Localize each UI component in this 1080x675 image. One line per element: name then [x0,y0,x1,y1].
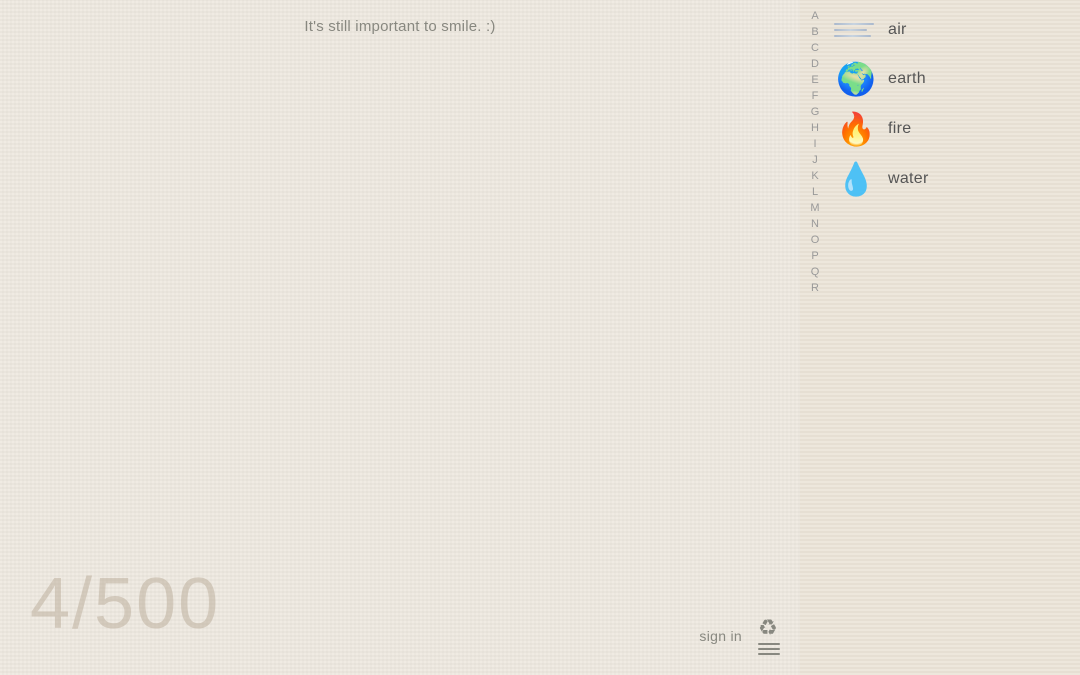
alpha-letter-g[interactable]: G [800,104,830,120]
main-area: It's still important to smile. :) 4/500 … [0,0,800,675]
water-name: water [888,170,929,188]
alpha-letter-o[interactable]: O [800,232,830,248]
sign-in-label: sign in [699,628,742,644]
alpha-letter-m[interactable]: M [800,200,830,216]
quote-text: It's still important to smile. :) [0,18,800,35]
recycle-icon[interactable]: ♻ [758,617,780,639]
right-sidebar: ABCDEFGHIJKLMNOPQR air 🌍 earth 🔥 fire 💧 water [800,0,1080,675]
hamburger-line-3 [758,653,780,655]
counter-display: 4/500 [30,563,220,645]
hamburger-line-1 [758,643,780,645]
alpha-letter-p[interactable]: P [800,248,830,264]
element-item-fire[interactable]: 🔥 fire [830,104,1080,154]
counter-value: 4/500 [30,564,220,644]
hamburger-line-2 [758,648,780,650]
element-item-earth[interactable]: 🌍 earth [830,54,1080,104]
alpha-letter-c[interactable]: C [800,40,830,56]
alphabet-nav: ABCDEFGHIJKLMNOPQR [800,0,830,675]
bottom-controls: sign in ♻ [699,617,780,655]
alpha-letter-r[interactable]: R [800,280,830,296]
alpha-letter-b[interactable]: B [800,24,830,40]
element-item-air[interactable]: air [830,6,1080,54]
alpha-letter-e[interactable]: E [800,72,830,88]
sign-in-button[interactable]: sign in [699,628,742,644]
alpha-letter-f[interactable]: F [800,88,830,104]
air-name: air [888,21,907,39]
earth-icon: 🌍 [834,60,878,98]
hamburger-menu-icon[interactable] [758,643,780,655]
alpha-letter-j[interactable]: J [800,152,830,168]
alpha-letter-k[interactable]: K [800,168,830,184]
icon-group: ♻ [758,617,780,655]
water-icon: 💧 [834,160,878,198]
alpha-letter-i[interactable]: I [800,136,830,152]
alpha-letter-d[interactable]: D [800,56,830,72]
elements-list: air 🌍 earth 🔥 fire 💧 water [830,0,1080,675]
alpha-letter-l[interactable]: L [800,184,830,200]
alpha-letter-a[interactable]: A [800,8,830,24]
earth-name: earth [888,70,926,88]
alpha-letter-h[interactable]: H [800,120,830,136]
air-icon [834,15,878,45]
alpha-letter-n[interactable]: N [800,216,830,232]
alpha-letter-q[interactable]: Q [800,264,830,280]
element-item-water[interactable]: 💧 water [830,154,1080,204]
fire-icon: 🔥 [834,110,878,148]
quote-content: It's still important to smile. :) [304,18,495,35]
fire-name: fire [888,120,911,138]
